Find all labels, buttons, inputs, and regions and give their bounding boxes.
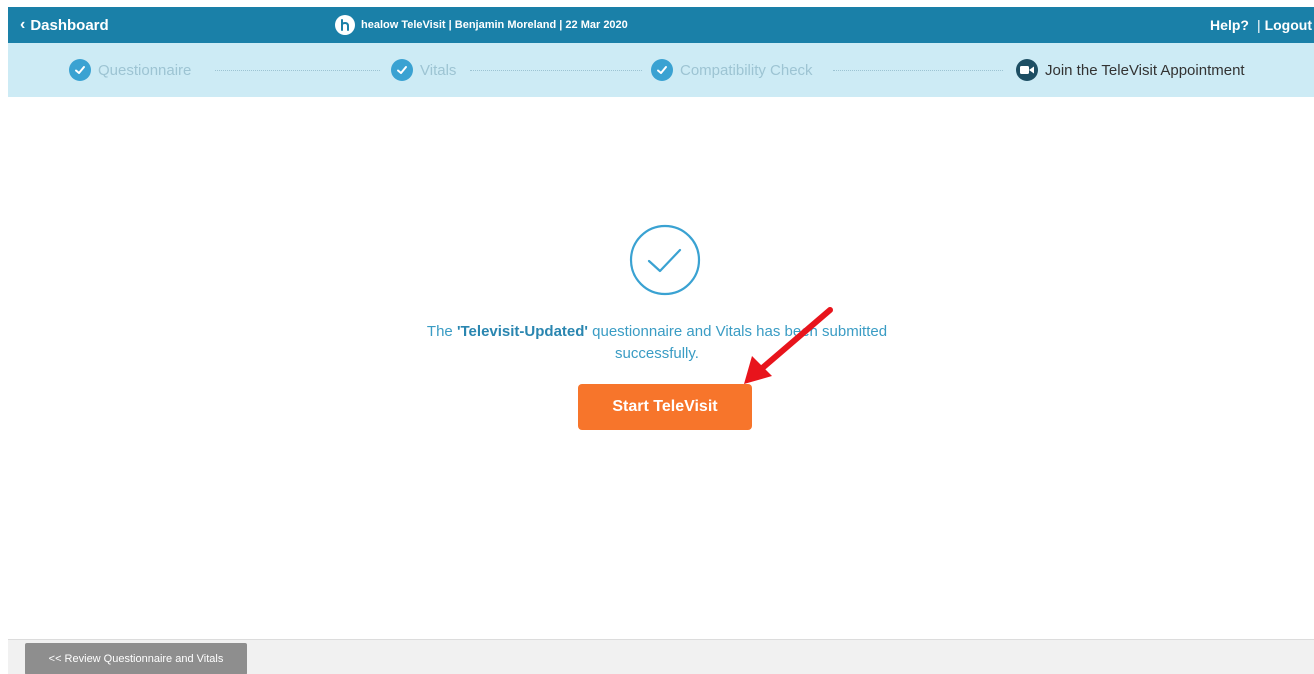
video-camera-icon bbox=[1016, 59, 1038, 81]
header-links: Help? | Logout bbox=[1210, 7, 1312, 43]
success-check-icon bbox=[629, 224, 701, 296]
dashboard-back-link[interactable]: ‹ Dashboard bbox=[20, 7, 109, 43]
step-label: Vitals bbox=[420, 61, 457, 79]
logout-link[interactable]: Logout bbox=[1265, 17, 1312, 33]
step-label: Compatibility Check bbox=[680, 61, 813, 79]
header-separator: | bbox=[1256, 17, 1261, 33]
start-televisit-button[interactable]: Start TeleVisit bbox=[578, 384, 752, 430]
step-questionnaire[interactable]: Questionnaire bbox=[69, 43, 191, 97]
step-connector bbox=[215, 70, 380, 71]
chevron-left-icon: ‹ bbox=[20, 16, 26, 33]
questionnaire-name: 'Televisit-Updated' bbox=[456, 323, 588, 340]
healow-logo-icon bbox=[335, 15, 355, 35]
footer-bar: << Review Questionnaire and Vitals bbox=[8, 639, 1314, 674]
check-circle-icon bbox=[69, 59, 91, 81]
message-prefix: The bbox=[426, 323, 457, 340]
step-join-televisit[interactable]: Join the TeleVisit Appointment bbox=[1016, 43, 1245, 97]
step-compatibility-check[interactable]: Compatibility Check bbox=[651, 43, 813, 97]
success-message: The 'Televisit-Updated' questionnaire an… bbox=[404, 321, 910, 365]
review-questionnaire-button[interactable]: << Review Questionnaire and Vitals bbox=[25, 643, 247, 674]
app-title-text: healow TeleVisit | Benjamin Moreland | 2… bbox=[361, 19, 628, 31]
message-suffix: questionnaire and Vitals has been submit… bbox=[587, 323, 888, 362]
check-circle-icon bbox=[651, 59, 673, 81]
help-link[interactable]: Help? bbox=[1210, 17, 1249, 33]
televisit-page: ‹ Dashboard healow TeleVisit | Benjamin … bbox=[0, 0, 1314, 674]
step-connector bbox=[833, 70, 1003, 71]
top-bar: ‹ Dashboard healow TeleVisit | Benjamin … bbox=[8, 7, 1314, 43]
step-label: Join the TeleVisit Appointment bbox=[1045, 61, 1245, 79]
check-circle-icon bbox=[391, 59, 413, 81]
app-title: healow TeleVisit | Benjamin Moreland | 2… bbox=[335, 7, 628, 43]
step-label: Questionnaire bbox=[98, 61, 192, 79]
progress-steps: Questionnaire Vitals Compatibility Check… bbox=[8, 43, 1314, 97]
step-vitals[interactable]: Vitals bbox=[391, 43, 456, 97]
step-connector bbox=[470, 70, 642, 71]
dashboard-label: Dashboard bbox=[30, 16, 109, 34]
